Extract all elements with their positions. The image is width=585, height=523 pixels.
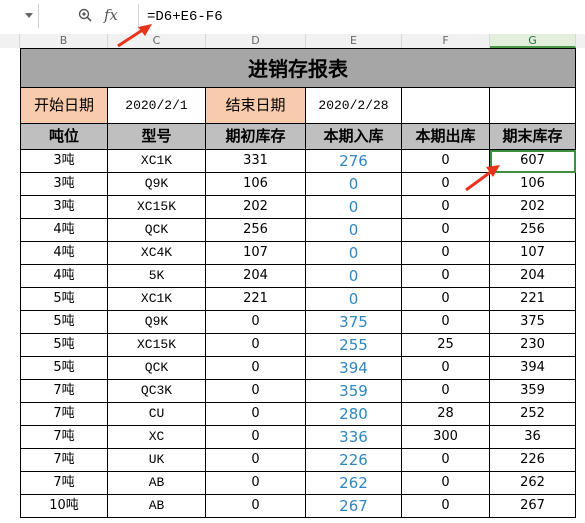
arrow-to-result-icon [465, 165, 500, 192]
arrow-to-formula-icon [117, 24, 152, 48]
annotation-arrows [117, 24, 500, 192]
